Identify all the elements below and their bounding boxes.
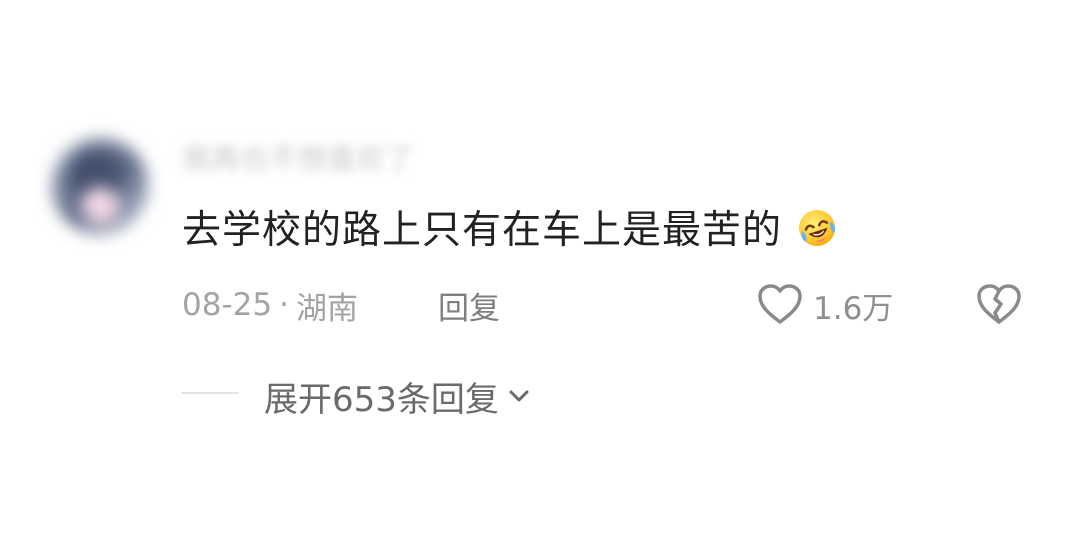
laughing-crying-emoji-icon — [799, 210, 836, 246]
broken-heart-icon[interactable] — [974, 282, 1024, 328]
comment-text-row: 去学校的路上只有在车上是最苦的 — [182, 205, 837, 257]
avatar[interactable] — [52, 138, 148, 234]
comment-meta: 08-25 · 湖南 — [182, 282, 358, 328]
expand-replies-label: 展开653条回复 — [264, 379, 499, 420]
username[interactable]: 我再也不想喜欢了 — [182, 142, 414, 176]
expand-divider — [181, 392, 239, 394]
meta-separator: · — [279, 287, 289, 323]
reply-button[interactable]: 回复 — [438, 282, 500, 328]
comment-text: 去学校的路上只有在车上是最苦的 — [182, 208, 783, 253]
like-button[interactable]: 1.6万 — [755, 281, 893, 329]
expand-replies-button[interactable]: 展开653条回复 — [264, 372, 533, 420]
comment-date: 08-25 — [182, 287, 273, 323]
comment-location: 湖南 — [295, 290, 358, 327]
heart-outline-icon — [758, 284, 802, 324]
like-count: 1.6万 — [813, 290, 894, 327]
comment-card: 我再也不想喜欢了 去学校的路上只有在车上是最苦的 08-25 · 湖南 回复 1… — [0, 0, 1080, 540]
chevron-down-icon — [509, 390, 529, 402]
